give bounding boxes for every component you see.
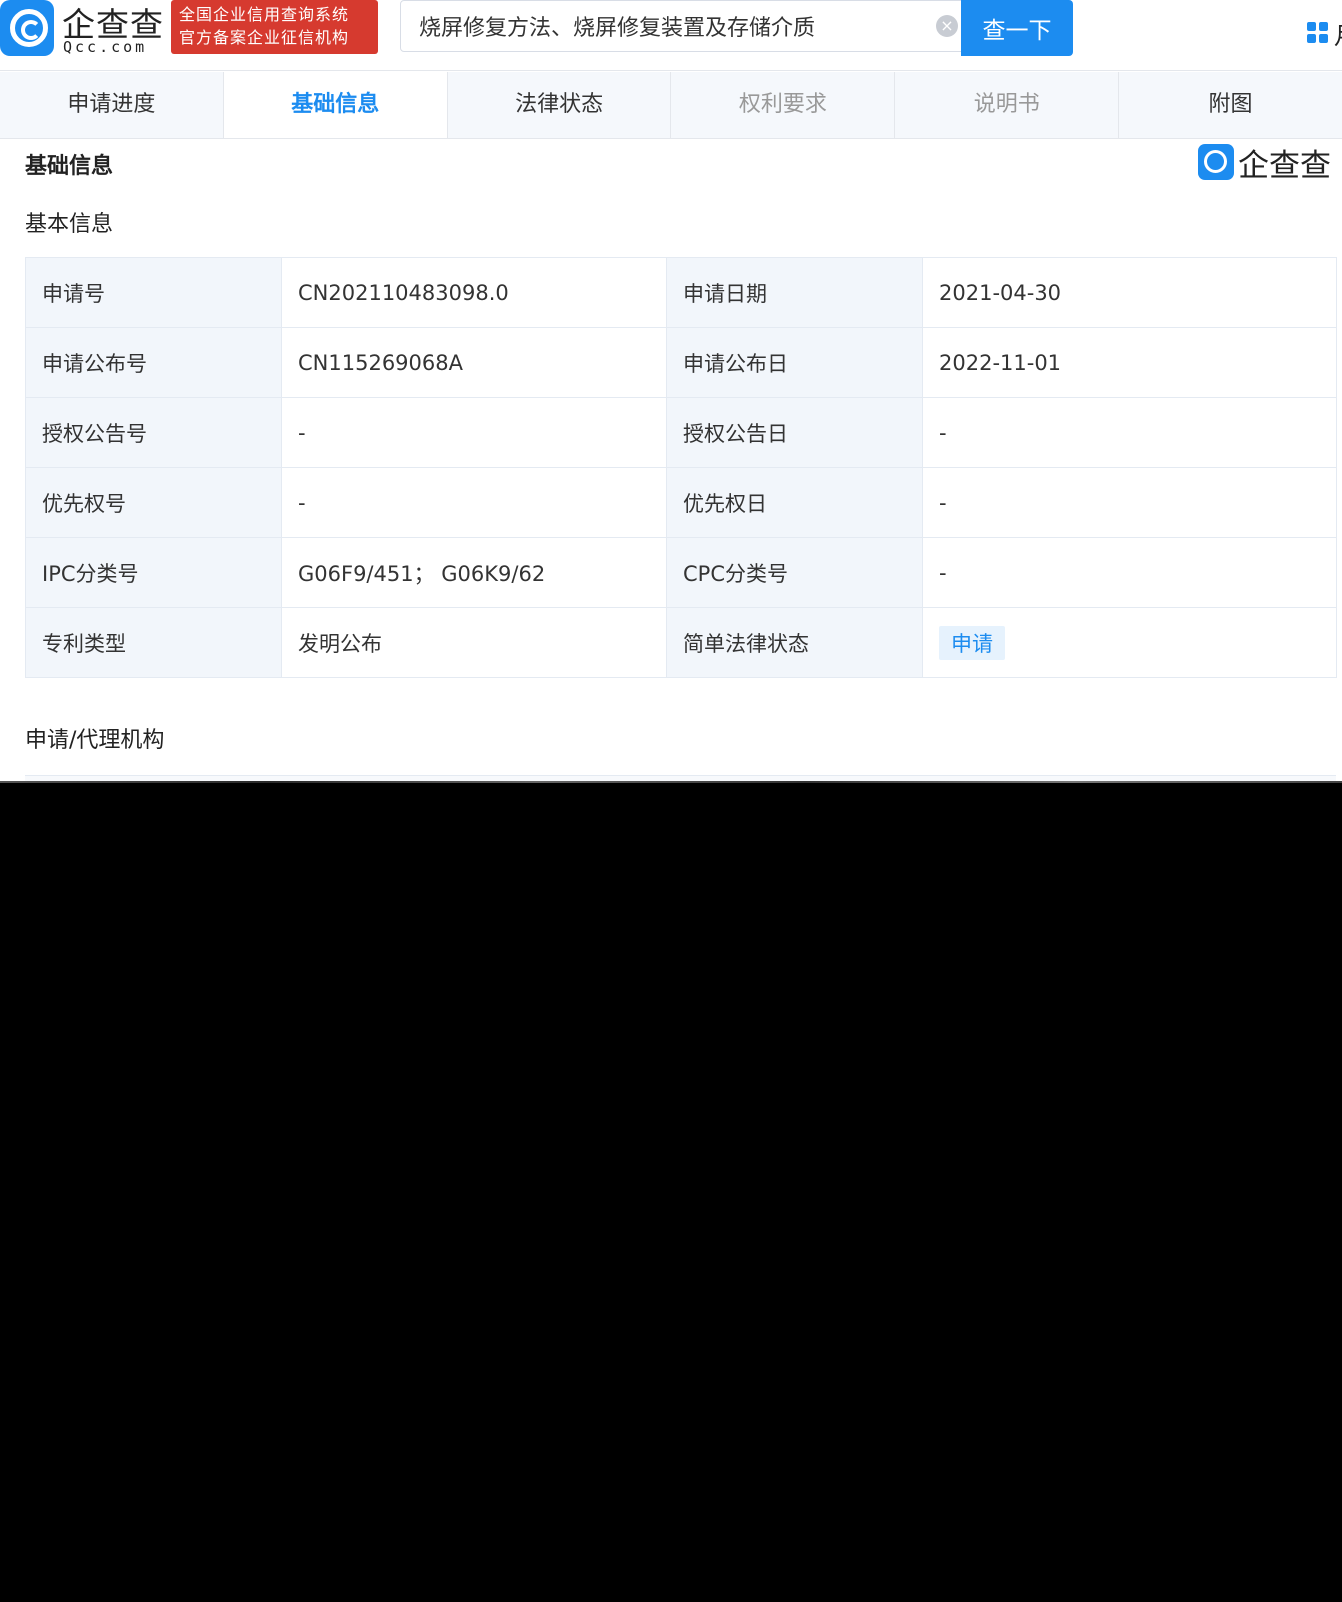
value-ipc: G06F9/451； G06K9/62 [281,537,667,608]
label-application-no: 申请号 [25,257,282,328]
table-row: 专利类型 发明公布 简单法律状态 申请 [25,607,1337,678]
tab-claims[interactable]: 权利要求 [671,72,896,138]
agency-title: 申请/代理机构 [25,728,165,753]
tab-legal-status[interactable]: 法律状态 [447,72,672,138]
value-patent-type: 发明公布 [281,607,667,678]
header: 企查查 Qcc.com 全国企业信用查询系统 官方备案企业征信机构 × 查一下 … [0,0,1342,71]
clear-icon[interactable]: × [936,15,958,37]
label-application-date: 申请日期 [666,257,923,328]
search-button[interactable]: 查一下 [961,0,1073,56]
value-priority-date: - [922,467,1337,538]
page: 企查查 Qcc.com 全国企业信用查询系统 官方备案企业征信机构 × 查一下 … [0,0,1342,783]
value-priority-no: - [281,467,667,538]
table-row: 申请公布号 CN115269068A 申请公布日 2022-11-01 [25,327,1337,398]
tab-description[interactable]: 说明书 [895,72,1120,138]
label-patent-type: 专利类型 [25,607,282,678]
qcc-logo-icon[interactable] [0,0,54,56]
value-cpc: - [922,537,1337,608]
logo-domain: Qcc.com [63,38,148,56]
app-grid-icon[interactable] [1307,22,1329,44]
watermark-name: 企查查 [1238,148,1331,184]
value-grant-date: - [922,397,1337,468]
render-glitch-strip [0,781,1342,783]
certification-badge: 全国企业信用查询系统 官方备案企业征信机构 [171,0,378,54]
label-publication-no: 申请公布号 [25,327,282,398]
tab-drawings[interactable]: 附图 [1119,72,1342,138]
search-input[interactable] [401,1,911,51]
label-ipc: IPC分类号 [25,537,282,608]
cert-line-1: 全国企业信用查询系统 [179,5,350,24]
header-cut-text[interactable]: 月 [1334,16,1342,51]
value-legal-status: 申请 [922,607,1337,678]
value-grant-no: - [281,397,667,468]
section-title: 基础信息 [25,154,114,179]
value-publication-no: CN115269068A [281,327,667,398]
label-priority-date: 优先权日 [666,467,923,538]
tab-basic-info[interactable]: 基础信息 [223,72,448,138]
tab-application-progress[interactable]: 申请进度 [0,72,224,138]
tab-bar: 申请进度 基础信息 法律状态 权利要求 说明书 附图 [0,72,1342,139]
table-row: 优先权号 - 优先权日 - [25,467,1337,538]
label-priority-no: 优先权号 [25,467,282,538]
value-application-no: CN202110483098.0 [281,257,667,328]
label-cpc: CPC分类号 [666,537,923,608]
value-application-date: 2021-04-30 [922,257,1337,328]
label-publication-date: 申请公布日 [666,327,923,398]
table-row: 申请号 CN202110483098.0 申请日期 2021-04-30 [25,257,1337,328]
basic-info-title: 基本信息 [25,212,114,237]
status-badge[interactable]: 申请 [939,625,1005,660]
table-row: IPC分类号 G06F9/451； G06K9/62 CPC分类号 - [25,537,1337,608]
qcc-watermark-icon [1198,144,1234,180]
basic-info-table: 申请号 CN202110483098.0 申请日期 2021-04-30 申请公… [25,257,1337,678]
search-box: × [400,0,962,52]
label-grant-date: 授权公告日 [666,397,923,468]
cert-line-2: 官方备案企业征信机构 [179,28,350,47]
value-publication-date: 2022-11-01 [922,327,1337,398]
label-grant-no: 授权公告号 [25,397,282,468]
table-row: 授权公告号 - 授权公告日 - [25,397,1337,468]
label-legal-status: 简单法律状态 [666,607,923,678]
